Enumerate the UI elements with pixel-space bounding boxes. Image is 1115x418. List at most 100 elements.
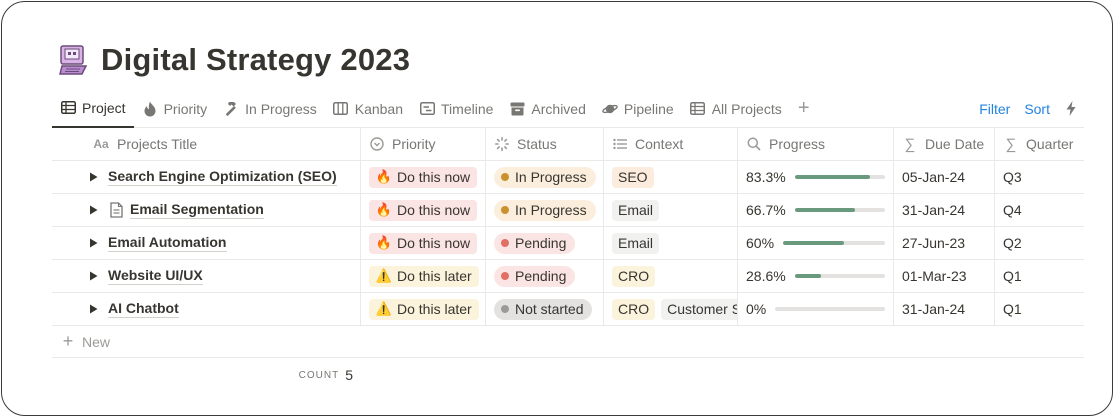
tab-project[interactable]: Project [52, 90, 134, 128]
status-cell[interactable]: In Progress [486, 161, 604, 193]
text-property-icon: Aa [93, 137, 109, 151]
toggle-triangle-icon[interactable] [86, 170, 100, 184]
toggle-triangle-icon[interactable] [86, 302, 100, 316]
table-row[interactable]: Search Engine Optimization (SEO) 🔥 Do th… [52, 161, 1084, 194]
quarter-cell: Q4 [1003, 202, 1022, 218]
title-cell[interactable]: Search Engine Optimization (SEO) [52, 161, 361, 193]
context-tag[interactable]: Email [612, 232, 660, 254]
priority-cell[interactable]: ⚠️ Do this later [361, 293, 486, 325]
count-summary[interactable]: COUNT 5 [52, 358, 361, 392]
sort-button[interactable]: Sort [1024, 101, 1050, 117]
progress-cell: 28.6% [738, 260, 894, 292]
status-property-icon [494, 136, 510, 152]
status-badge[interactable]: In Progress [494, 199, 596, 221]
progress-bar [794, 175, 885, 179]
tab-archived[interactable]: Archived [501, 90, 593, 128]
toggle-triangle-icon[interactable] [86, 203, 100, 217]
tab-in-progress[interactable]: In Progress [215, 90, 325, 128]
tab-label: Priority [163, 100, 208, 117]
status-cell[interactable]: Not started [486, 293, 604, 325]
progress-bar-fill [794, 175, 870, 179]
project-title-link[interactable]: Email Automation [108, 234, 227, 252]
lightning-bolt-icon[interactable] [1064, 101, 1078, 117]
formula-property-icon: ∑ [904, 135, 916, 153]
title-cell[interactable]: AI Chatbot [52, 293, 361, 325]
context-tag[interactable]: CRO [612, 298, 656, 320]
priority-cell[interactable]: 🔥 Do this now [361, 227, 486, 259]
priority-tag[interactable]: 🔥 Do this now [369, 166, 478, 188]
add-new-row-button[interactable]: + New [52, 326, 1084, 358]
priority-cell[interactable]: 🔥 Do this now [361, 161, 486, 193]
title-cell[interactable]: Website UI/UX [52, 260, 361, 292]
project-title-link[interactable]: AI Chatbot [108, 300, 179, 318]
fire-icon: 🔥 [375, 169, 393, 184]
project-title-link[interactable]: Website UI/UX [108, 267, 203, 285]
table-row[interactable]: Email Automation 🔥 Do this now Pending E… [52, 227, 1084, 260]
due-date-cell: 31-Jan-24 [894, 293, 995, 325]
context-tag[interactable]: Email [612, 199, 660, 221]
page-header: Digital Strategy 2023 [57, 40, 410, 80]
status-badge[interactable]: In Progress [494, 166, 596, 188]
priority-cell[interactable]: ⚠️ Do this later [361, 260, 486, 292]
document-icon [108, 202, 124, 218]
planet-icon [602, 101, 618, 117]
project-title-link[interactable]: Search Engine Optimization (SEO) [108, 168, 337, 186]
column-header-title[interactable]: Aa Projects Title [52, 128, 361, 160]
context-tag[interactable]: Customer S [661, 298, 737, 320]
tab-timeline[interactable]: Timeline [411, 90, 501, 128]
context-cell[interactable]: SEO [604, 161, 738, 193]
filter-button[interactable]: Filter [979, 101, 1010, 117]
context-cell[interactable]: Email [604, 194, 738, 226]
progress-cell: 60% [738, 227, 894, 259]
archive-box-icon [509, 101, 525, 117]
table-row[interactable]: Website UI/UX ⚠️ Do this later Pending C… [52, 260, 1084, 293]
add-view-icon[interactable]: + [794, 97, 814, 119]
priority-tag[interactable]: 🔥 Do this now [369, 199, 478, 221]
priority-tag[interactable]: 🔥 Do this now [369, 232, 478, 254]
status-dot-icon [501, 239, 509, 247]
tab-label: Project [82, 99, 126, 116]
progress-cell: 83.3% [738, 161, 894, 193]
projects-table: Aa Projects Title Priority Status Contex… [52, 128, 1084, 392]
priority-tag[interactable]: ⚠️ Do this later [369, 298, 479, 320]
table-icon [690, 101, 706, 117]
context-cell[interactable]: Email [604, 227, 738, 259]
status-cell[interactable]: Pending [486, 227, 604, 259]
context-cell[interactable]: CRO Customer S [604, 293, 738, 325]
column-header-due-date[interactable]: ∑ Due Date [894, 128, 995, 160]
context-cell[interactable]: CRO [604, 260, 738, 292]
tab-pipeline[interactable]: Pipeline [594, 90, 682, 128]
column-header-status[interactable]: Status [486, 128, 604, 160]
status-badge[interactable]: Pending [494, 232, 576, 254]
tab-kanban[interactable]: Kanban [325, 90, 411, 128]
column-header-priority[interactable]: Priority [361, 128, 486, 160]
tab-label: All Projects [711, 100, 782, 117]
status-badge[interactable]: Not started [494, 298, 593, 320]
toggle-triangle-icon[interactable] [86, 269, 100, 283]
table-header: Aa Projects Title Priority Status Contex… [52, 128, 1084, 161]
tab-priority[interactable]: Priority [134, 90, 216, 128]
list-property-icon [612, 136, 628, 152]
title-cell[interactable]: Email Segmentation [52, 194, 361, 226]
title-cell[interactable]: Email Automation [52, 227, 361, 259]
project-title-link[interactable]: Email Segmentation [130, 201, 264, 219]
warning-icon: ⚠️ [375, 268, 393, 283]
column-header-progress[interactable]: Progress [738, 128, 894, 160]
column-header-context[interactable]: Context [604, 128, 738, 160]
table-row[interactable]: Email Segmentation 🔥 Do this now In Prog… [52, 194, 1084, 227]
column-header-quarter[interactable]: ∑ Quarter [995, 128, 1084, 160]
page-title: Digital Strategy 2023 [101, 42, 411, 77]
toggle-triangle-icon[interactable] [86, 236, 100, 250]
priority-tag[interactable]: ⚠️ Do this later [369, 265, 479, 287]
status-badge[interactable]: Pending [494, 265, 576, 287]
priority-cell[interactable]: 🔥 Do this now [361, 194, 486, 226]
floppy-disk-computer-icon[interactable] [57, 43, 91, 77]
status-cell[interactable]: In Progress [486, 194, 604, 226]
count-label: COUNT [298, 369, 340, 381]
status-cell[interactable]: Pending [486, 260, 604, 292]
table-row[interactable]: AI Chatbot ⚠️ Do this later Not started … [52, 293, 1084, 326]
tab-all-projects[interactable]: All Projects [682, 90, 790, 128]
progress-bar [775, 307, 885, 311]
context-tag[interactable]: SEO [612, 166, 654, 188]
context-tag[interactable]: CRO [612, 265, 656, 287]
